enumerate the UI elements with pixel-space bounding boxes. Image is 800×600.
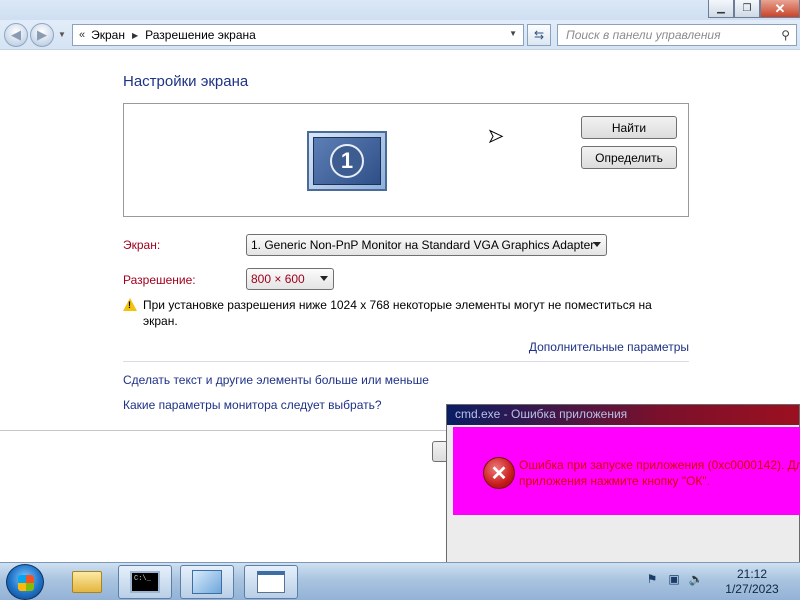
start-button[interactable] bbox=[6, 564, 44, 600]
resolution-warning-text: При установке разрешения ниже 1024 x 768… bbox=[143, 298, 652, 328]
caption-buttons: ▁ ❐ ✕ bbox=[708, 0, 800, 18]
find-button[interactable]: Найти bbox=[581, 116, 677, 139]
search-icon[interactable]: ⚲ bbox=[781, 28, 790, 42]
taskbar-cmd-button[interactable]: C:\_ bbox=[118, 565, 172, 599]
error-message-line-1: Ошибка при запуске приложения (0xc000014… bbox=[519, 458, 800, 472]
breadcrumb-overflow-icon[interactable]: « bbox=[79, 29, 85, 41]
action-center-icon[interactable]: ⚑ bbox=[644, 571, 660, 587]
chevron-down-icon bbox=[593, 242, 601, 247]
taskbar: C:\_ ⚑ ▣ 🔈 21:12 1/27/2023 bbox=[0, 562, 800, 600]
display-preview-area: 1 ➤ Найти Определить bbox=[123, 103, 689, 217]
refresh-icon: ⇆ bbox=[533, 28, 545, 42]
search-box[interactable]: ⚲ bbox=[557, 24, 797, 46]
taskbar-document-button[interactable] bbox=[244, 565, 298, 599]
control-panel-icon bbox=[192, 570, 222, 594]
address-dropdown-icon[interactable]: ▼ bbox=[509, 29, 517, 38]
monitor-screen: 1 bbox=[313, 137, 381, 185]
advanced-settings-link[interactable]: Дополнительные параметры bbox=[529, 340, 689, 354]
system-tray: ⚑ ▣ 🔈 bbox=[644, 571, 704, 587]
clock[interactable]: 21:12 1/27/2023 bbox=[716, 567, 788, 597]
error-message: Ошибка при запуске приложения (0xc000014… bbox=[519, 457, 800, 489]
resolution-select[interactable]: 800 × 600 bbox=[246, 268, 334, 290]
address-bar[interactable]: « Экран ▶ Разрешение экрана ▼ bbox=[72, 24, 524, 46]
document-icon bbox=[257, 571, 285, 593]
divider bbox=[123, 361, 689, 362]
error-dialog-title[interactable]: cmd.exe - Ошибка приложения bbox=[447, 405, 799, 425]
taskbar-control-panel-button[interactable] bbox=[180, 565, 234, 599]
minimize-button[interactable]: ▁ bbox=[708, 0, 734, 18]
breadcrumb-item-screen[interactable]: Экран bbox=[91, 28, 125, 42]
screen-select[interactable]: 1. Generic Non-PnP Monitor на Standard V… bbox=[246, 234, 607, 256]
minimize-icon: ▁ bbox=[717, 3, 725, 14]
recent-pages-dropdown-icon[interactable]: ▼ bbox=[58, 30, 66, 39]
close-button[interactable]: ✕ bbox=[760, 0, 800, 18]
restore-icon: ❐ bbox=[742, 3, 752, 14]
error-message-line-2: приложения нажмите кнопку "ОК". bbox=[519, 474, 711, 488]
close-icon: ✕ bbox=[774, 0, 786, 16]
folder-icon bbox=[72, 571, 102, 593]
breadcrumb-item-resolution[interactable]: Разрешение экрана bbox=[145, 28, 256, 42]
identify-button[interactable]: Определить bbox=[581, 146, 677, 169]
warning-icon: ! bbox=[123, 298, 137, 311]
monitor-number-badge: 1 bbox=[330, 144, 364, 178]
restore-button[interactable]: ❐ bbox=[734, 0, 760, 18]
back-button[interactable]: ◀ bbox=[4, 23, 28, 47]
monitor-1-icon[interactable]: 1 bbox=[307, 131, 387, 191]
text-size-link[interactable]: Сделать текст и другие элементы больше и… bbox=[123, 373, 429, 387]
navigation-bar: ◀ ▶ ▼ « Экран ▶ Разрешение экрана ▼ ⇆ ⚲ bbox=[0, 20, 800, 50]
search-input[interactable] bbox=[566, 28, 766, 42]
screen-label: Экран: bbox=[123, 238, 161, 252]
clock-date: 1/27/2023 bbox=[725, 582, 779, 596]
refresh-button[interactable]: ⇆ bbox=[527, 24, 551, 46]
page-title: Настройки экрана bbox=[123, 73, 249, 90]
back-arrow-icon: ◀ bbox=[11, 27, 21, 42]
forward-arrow-icon: ▶ bbox=[37, 27, 47, 42]
resolution-select-value: 800 × 600 bbox=[251, 272, 305, 286]
network-icon[interactable]: ▣ bbox=[666, 571, 682, 587]
volume-muted-icon[interactable]: 🔈 bbox=[688, 571, 704, 587]
forward-button[interactable]: ▶ bbox=[30, 23, 54, 47]
taskbar-explorer-button[interactable] bbox=[60, 565, 114, 599]
chevron-down-icon bbox=[320, 276, 328, 281]
error-dialog: cmd.exe - Ошибка приложения ✕ Ошибка при… bbox=[446, 404, 800, 566]
error-icon: ✕ bbox=[483, 457, 515, 489]
breadcrumb-separator-icon[interactable]: ▶ bbox=[132, 31, 138, 40]
title-bar: ▁ ❐ ✕ bbox=[0, 0, 800, 20]
monitor-settings-help-link[interactable]: Какие параметры монитора следует выбрать… bbox=[123, 398, 382, 412]
clock-time: 21:12 bbox=[736, 567, 768, 581]
screen-select-value: 1. Generic Non-PnP Monitor на Standard V… bbox=[251, 238, 595, 252]
resolution-label: Разрешение: bbox=[123, 273, 196, 287]
error-dialog-body: ✕ Ошибка при запуске приложения (0xc0000… bbox=[453, 427, 800, 515]
footer-divider bbox=[0, 430, 446, 431]
mouse-cursor-icon: ➤ bbox=[487, 126, 504, 147]
command-prompt-icon: C:\_ bbox=[130, 571, 160, 593]
